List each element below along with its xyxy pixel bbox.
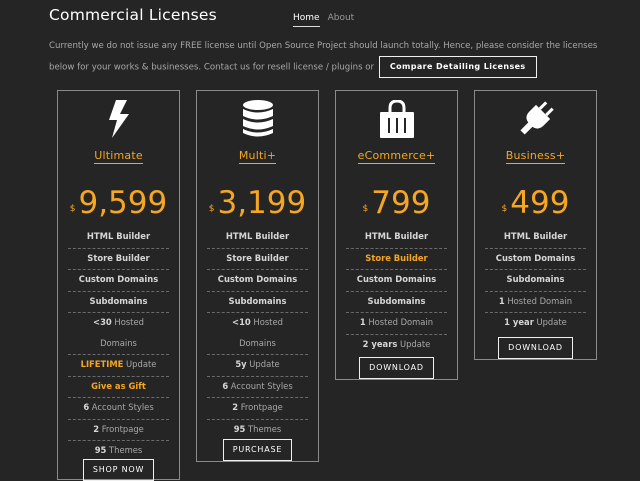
- feature-item: HTML Builder: [485, 227, 586, 249]
- plan-card-business-plus: Business+ $499 HTML Builder Custom Domai…: [474, 90, 597, 360]
- feature-item: 5y Update: [207, 355, 308, 377]
- feature-item: <30 Hosted: [93, 317, 144, 327]
- feature-item: Subdomains: [485, 270, 586, 292]
- plan-card-ecommerce-plus: eCommerce+ $799 HTML Builder Store Build…: [335, 90, 458, 380]
- plan-price: $3,199: [208, 185, 307, 221]
- feature-list: HTML Builder Store Builder Custom Domain…: [58, 227, 179, 462]
- feature-item: Store Builder: [346, 249, 447, 270]
- nav-home-link[interactable]: Home: [293, 13, 320, 27]
- plug-icon: [519, 101, 554, 135]
- plan-name: Multi+: [238, 149, 277, 164]
- feature-item: 1 Hosted Domain: [485, 292, 586, 313]
- page-title: Commercial Licenses: [49, 6, 217, 24]
- feature-item: Store Builder: [68, 249, 169, 270]
- feature-item: Custom Domains: [485, 249, 586, 270]
- feature-item: Subdomains: [68, 292, 169, 313]
- feature-item: 2 Frontpage: [207, 398, 308, 420]
- feature-item: HTML Builder: [207, 227, 308, 249]
- plan-price: $9,599: [69, 185, 168, 221]
- plan-name: Business+: [505, 149, 566, 164]
- lightning-bolt-icon: [108, 100, 129, 138]
- feature-item: Custom Domains: [68, 270, 169, 292]
- feature-item: Domains: [207, 334, 308, 355]
- database-icon: [242, 100, 273, 137]
- plan-price: $799: [362, 185, 431, 221]
- feature-list: HTML Builder Store Builder Custom Domain…: [197, 227, 318, 440]
- feature-item: 6 Account Styles: [207, 377, 308, 398]
- feature-list: HTML Builder Store Builder Custom Domain…: [336, 227, 457, 355]
- top-nav: Home About: [293, 13, 354, 27]
- feature-item: Subdomains: [207, 292, 308, 313]
- feature-item: 1 year Update: [504, 317, 567, 327]
- compare-licenses-button[interactable]: Compare Detailing Licenses: [378, 56, 537, 78]
- download-button[interactable]: DOWNLOAD: [359, 357, 434, 379]
- shopping-bag-icon: [379, 100, 414, 138]
- plan-card-multi-plus: Multi+ $3,199 HTML Builder Store Builder…: [196, 90, 319, 462]
- download-button[interactable]: DOWNLOAD: [498, 337, 573, 359]
- feature-item: 1 Hosted Domain: [346, 313, 447, 335]
- feature-item: Domains: [68, 334, 169, 355]
- feature-item: Custom Domains: [207, 270, 308, 292]
- plan-card-ultimate: Ultimate $9,599 HTML Builder Store Build…: [57, 90, 180, 481]
- feature-item: Store Builder: [207, 249, 308, 270]
- feature-item: HTML Builder: [346, 227, 447, 249]
- feature-list: HTML Builder Custom Domains Subdomains 1…: [475, 227, 596, 334]
- feature-item: HTML Builder: [68, 227, 169, 249]
- feature-item: Give as Gift: [68, 377, 169, 398]
- feature-item: 2 years Update: [362, 338, 431, 349]
- feature-item: Custom Domains: [346, 270, 447, 292]
- feature-item: 2 Frontpage: [68, 420, 169, 441]
- feature-item: LIFETIME Update: [68, 355, 169, 377]
- nav-about-link[interactable]: About: [328, 13, 355, 27]
- plan-price: $499: [501, 185, 570, 221]
- intro-paragraph: Currently we do not issue any FREE licen…: [49, 36, 609, 78]
- feature-item: 6 Account Styles: [68, 398, 169, 420]
- plan-name: eCommerce+: [357, 149, 436, 164]
- shop-now-button[interactable]: SHOP NOW: [82, 459, 155, 481]
- plan-name: Ultimate: [94, 149, 143, 164]
- feature-item: Subdomains: [346, 292, 447, 313]
- feature-item: <10 Hosted: [232, 317, 283, 327]
- purchase-button[interactable]: PURCHASE: [222, 439, 293, 461]
